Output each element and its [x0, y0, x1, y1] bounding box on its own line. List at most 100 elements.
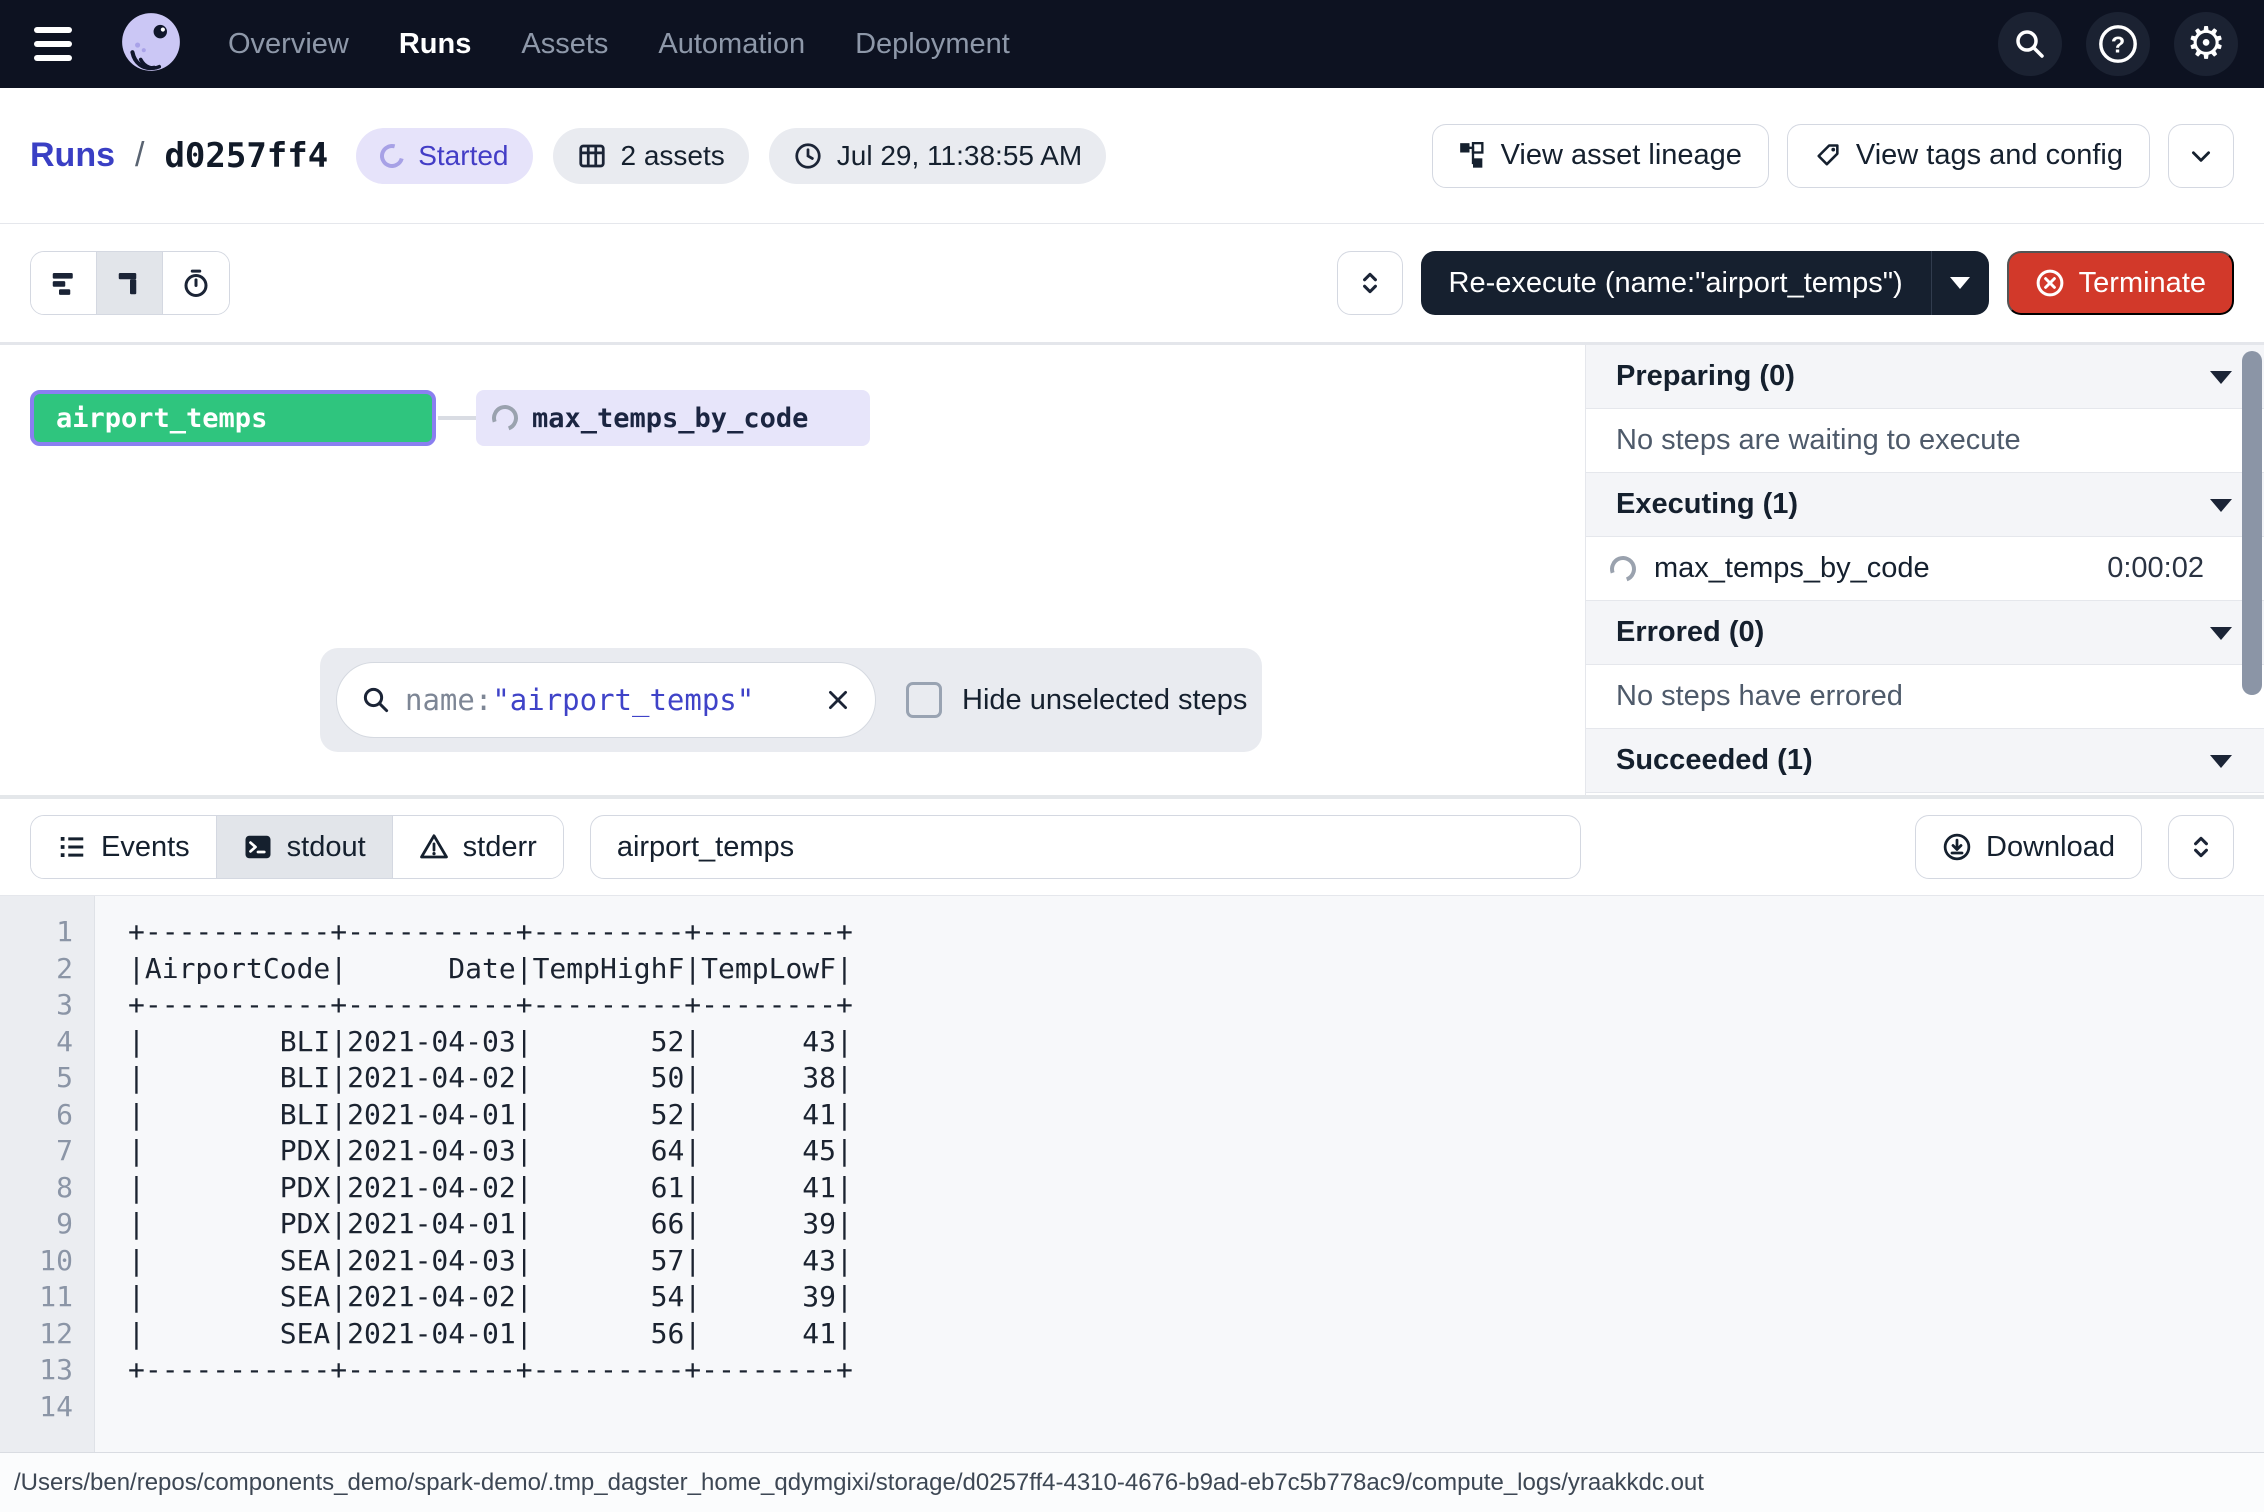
hide-unselected-steps-control: Hide unselected steps [906, 682, 1247, 718]
log-line: 3+-----------+----------+---------+-----… [0, 987, 2264, 1024]
executing-step-row[interactable]: max_temps_by_code 0:00:02 [1586, 537, 2264, 601]
close-icon [825, 687, 851, 713]
terminate-button[interactable]: Terminate [2007, 251, 2234, 315]
clear-filter-button[interactable] [825, 687, 851, 713]
reexecute-button[interactable]: Re-execute (name:"airport_temps") [1421, 267, 1931, 300]
step-status-panel: Preparing (0) No steps are waiting to ex… [1585, 345, 2264, 795]
step-connector-line [438, 416, 476, 420]
chevron-down-icon [2210, 371, 2232, 384]
top-navbar: Overview Runs Assets Automation Deployme… [0, 0, 2264, 88]
stopwatch-icon [181, 268, 211, 298]
spinner-icon [376, 139, 409, 172]
nav-item-automation[interactable]: Automation [640, 14, 823, 75]
event-list-icon [57, 832, 87, 862]
view-asset-lineage-button[interactable]: View asset lineage [1432, 124, 1769, 188]
log-line: 12| SEA|2021-04-01| 56| 41| [0, 1316, 2264, 1353]
reexecute-split-button: Re-execute (name:"airport_temps") [1421, 251, 1989, 315]
cancel-circle-icon [2035, 268, 2065, 298]
log-line: 7| PDX|2021-04-03| 64| 45| [0, 1133, 2264, 1170]
run-header-row: Runs / d0257ff4 Started 2 assets Jul 29,… [0, 88, 2264, 224]
log-line: 13+-----------+----------+---------+----… [0, 1352, 2264, 1389]
view-waterfall-gantt-button[interactable] [97, 252, 163, 314]
breadcrumb-runs-link[interactable]: Runs [30, 136, 115, 175]
download-icon [1942, 832, 1972, 862]
gantt-pane: airport_temps max_temps_by_code name:"ai… [0, 345, 1585, 795]
log-step-filter-input[interactable] [590, 815, 1581, 879]
expand-log-pane-button[interactable] [2168, 815, 2234, 879]
step-node-max-temps-by-code[interactable]: max_temps_by_code [476, 390, 870, 446]
more-actions-button[interactable] [2168, 124, 2234, 188]
search-icon [2011, 25, 2049, 63]
run-content: airport_temps max_temps_by_code name:"ai… [0, 345, 2264, 795]
log-line: 9| PDX|2021-04-01| 66| 39| [0, 1206, 2264, 1243]
lineage-icon [1459, 142, 1487, 170]
waterfall-gantt-icon [115, 268, 145, 298]
view-flat-gantt-button[interactable] [31, 252, 97, 314]
hide-unselected-steps-checkbox[interactable] [906, 682, 942, 718]
tab-stdout[interactable]: stdout [217, 816, 393, 878]
expand-vertical-icon [2188, 834, 2214, 860]
status-badge: Started [356, 128, 532, 184]
clock-icon [793, 141, 823, 171]
section-executing-header[interactable]: Executing (1) [1586, 473, 2264, 537]
view-timer-button[interactable] [163, 252, 229, 314]
log-line: 5| BLI|2021-04-02| 50| 38| [0, 1060, 2264, 1097]
view-tags-config-button[interactable]: View tags and config [1787, 124, 2150, 188]
log-line: 4| BLI|2021-04-03| 52| 43| [0, 1024, 2264, 1061]
help-icon: ? [2096, 22, 2140, 66]
nav-item-overview[interactable]: Overview [210, 14, 367, 75]
breadcrumb: Runs / d0257ff4 Started 2 assets Jul 29,… [30, 128, 1432, 184]
step-filter-input[interactable]: name:"airport_temps" [336, 662, 876, 738]
terminal-icon [243, 832, 273, 862]
nav-item-assets[interactable]: Assets [503, 14, 626, 75]
section-preparing-header[interactable]: Preparing (0) [1586, 345, 2264, 409]
zoom-fit-button[interactable] [1337, 251, 1403, 315]
section-errored-empty: No steps have errored [1586, 665, 2264, 729]
assets-chip[interactable]: 2 assets [553, 128, 749, 184]
search-button[interactable] [1998, 12, 2062, 76]
run-header-actions: View asset lineage View tags and config [1432, 124, 2234, 188]
tab-stderr[interactable]: stderr [393, 816, 563, 878]
table-grid-icon [577, 141, 607, 171]
section-succeeded-header[interactable]: Succeeded (1) [1586, 729, 2264, 793]
svg-text:?: ? [2111, 31, 2125, 57]
run-toolbar: Re-execute (name:"airport_temps") Termin… [0, 224, 2264, 345]
expand-vertical-icon [1357, 270, 1383, 296]
chevron-down-icon [2188, 143, 2214, 169]
log-line: 8| PDX|2021-04-02| 61| 41| [0, 1170, 2264, 1207]
chevron-down-icon [2210, 627, 2232, 640]
hamburger-menu-icon[interactable] [34, 15, 92, 73]
settings-button[interactable]: ⚙ [2174, 12, 2238, 76]
gear-icon: ⚙ [2186, 22, 2225, 66]
flat-gantt-icon [49, 268, 79, 298]
spinner-icon [1606, 551, 1641, 586]
nav-item-runs[interactable]: Runs [381, 14, 490, 75]
log-pane-header: Events stdout stderr Downlo [0, 799, 2264, 895]
log-line: 14 [0, 1389, 2264, 1426]
step-elapsed-time: 0:00:02 [2107, 552, 2204, 585]
log-line: 11| SEA|2021-04-02| 54| 39| [0, 1279, 2264, 1316]
panel-scrollbar[interactable] [2242, 351, 2262, 695]
step-node-airport-temps[interactable]: airport_temps [30, 390, 436, 446]
reexecute-dropdown-button[interactable] [1931, 251, 1989, 315]
filter-query: "airport_temps" [492, 683, 754, 717]
log-line: 1+-----------+----------+---------+-----… [0, 914, 2264, 951]
help-button[interactable]: ? [2086, 12, 2150, 76]
log-content: 1+-----------+----------+---------+-----… [0, 896, 2264, 1425]
dagster-logo[interactable] [118, 11, 184, 77]
section-preparing-empty: No steps are waiting to execute [1586, 409, 2264, 473]
download-button[interactable]: Download [1915, 815, 2142, 879]
tab-events[interactable]: Events [31, 816, 217, 878]
section-errored-header[interactable]: Errored (0) [1586, 601, 2264, 665]
main-nav: Overview Runs Assets Automation Deployme… [210, 14, 1028, 75]
caret-down-icon [1950, 277, 1970, 289]
log-file-path-bar: /Users/ben/repos/components_demo/spark-d… [0, 1452, 2264, 1512]
tag-icon [1814, 142, 1842, 170]
gantt-view-toggle [30, 251, 230, 315]
hide-unselected-steps-label: Hide unselected steps [962, 684, 1247, 717]
nav-item-deployment[interactable]: Deployment [837, 14, 1028, 75]
log-file-path: /Users/ben/repos/components_demo/spark-d… [14, 1469, 1704, 1497]
filter-prefix: name: [405, 683, 492, 717]
stdout-log-viewer[interactable]: 1+-----------+----------+---------+-----… [0, 895, 2264, 1452]
log-tabs: Events stdout stderr [30, 815, 564, 879]
